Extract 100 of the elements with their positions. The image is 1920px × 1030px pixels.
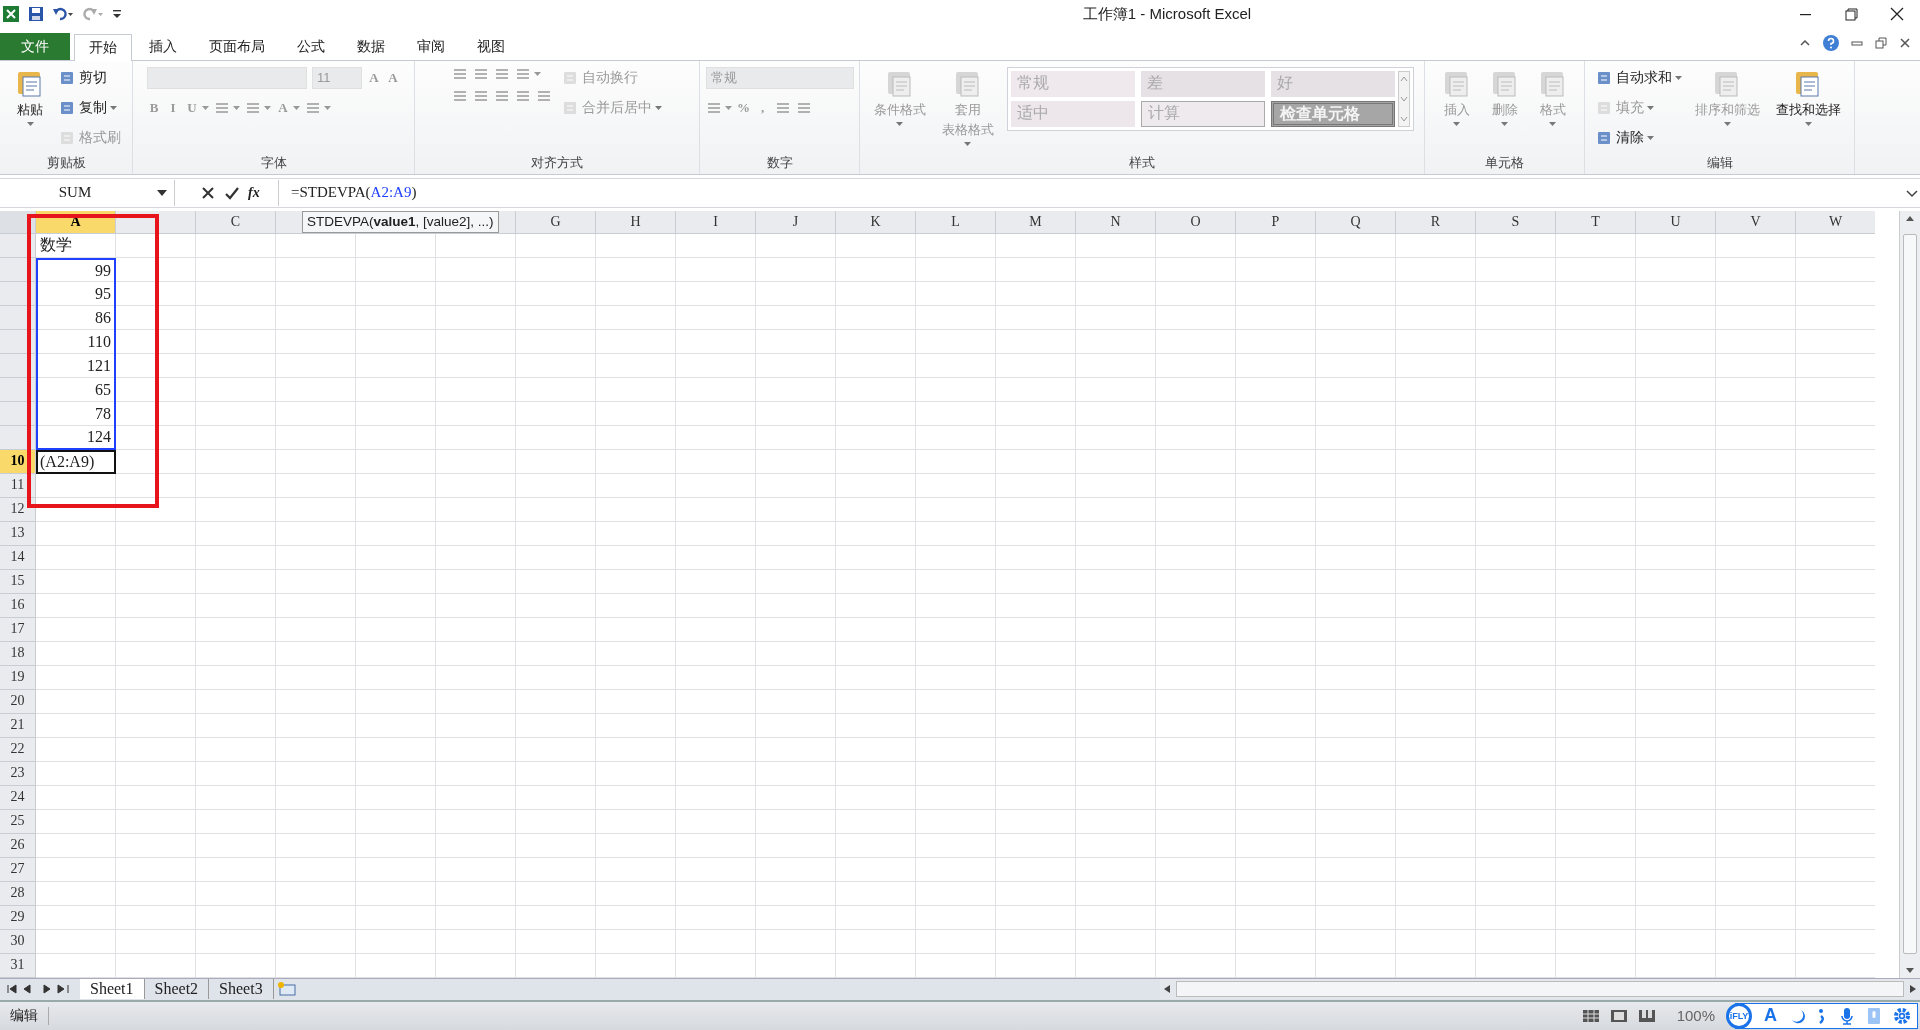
row-header[interactable]: 22 bbox=[0, 737, 36, 762]
ribbon-button[interactable]: 清除 bbox=[1595, 127, 1644, 149]
excel-logo-icon[interactable] bbox=[2, 5, 20, 23]
formula-field[interactable]: =STDEVPA(A2:A9) bbox=[285, 184, 1898, 202]
ribbon-tab[interactable]: 公式 bbox=[282, 33, 340, 60]
row-header[interactable]: 21 bbox=[0, 713, 36, 738]
ribbon-button[interactable]: 自动求和 bbox=[1595, 67, 1672, 89]
group-label: 数字 bbox=[765, 154, 794, 173]
redo-icon[interactable] bbox=[82, 6, 104, 22]
restore-icon[interactable] bbox=[1874, 36, 1888, 50]
ribbon-button[interactable]: 查找和选择 bbox=[1772, 67, 1844, 119]
command-icon bbox=[59, 70, 75, 86]
horizontal-scrollbar[interactable] bbox=[1160, 979, 1920, 1000]
row-header[interactable]: 26 bbox=[0, 833, 36, 858]
row-header[interactable]: 27 bbox=[0, 857, 36, 882]
group-label: 对齐方式 bbox=[530, 154, 584, 173]
page-break-icon[interactable] bbox=[1636, 1007, 1657, 1024]
column-header[interactable]: L bbox=[916, 210, 996, 234]
insert-function-button[interactable]: fx bbox=[248, 184, 260, 201]
row-header[interactable]: 30 bbox=[0, 929, 36, 954]
command-icon bbox=[59, 130, 75, 146]
table-cell: (A2:A9) bbox=[36, 449, 116, 474]
ribbon-tab[interactable]: 数据 bbox=[342, 33, 400, 60]
cancel-icon[interactable] bbox=[200, 184, 216, 201]
row-header[interactable]: 16 bbox=[0, 593, 36, 618]
ribbon-tab[interactable]: 插入 bbox=[134, 33, 192, 60]
column-header[interactable]: J bbox=[756, 210, 836, 234]
customize-caret-icon[interactable] bbox=[112, 8, 122, 20]
group-label: 单元格 bbox=[1484, 154, 1525, 173]
column-header[interactable]: K bbox=[836, 210, 916, 234]
ribbon-button[interactable]: 复制 bbox=[59, 97, 107, 119]
column-header[interactable]: R bbox=[1396, 210, 1476, 234]
help-icon[interactable] bbox=[1822, 34, 1840, 52]
row-header[interactable]: 31 bbox=[0, 953, 36, 978]
column-header[interactable]: H bbox=[596, 210, 676, 234]
row-header[interactable]: 20 bbox=[0, 689, 36, 714]
column-header[interactable]: T bbox=[1556, 210, 1636, 234]
settings-icon[interactable] bbox=[1893, 1006, 1911, 1025]
table-cell-text: 数学 bbox=[39, 235, 73, 256]
table-cell: 110 bbox=[36, 329, 116, 354]
command-icon bbox=[1595, 70, 1612, 86]
column-header[interactable]: W bbox=[1796, 210, 1875, 234]
column-header[interactable]: I bbox=[676, 210, 756, 234]
group-label: 编辑 bbox=[1705, 154, 1734, 173]
command-icon bbox=[1595, 130, 1612, 146]
microphone-icon[interactable] bbox=[1839, 1006, 1855, 1025]
row-header[interactable]: 13 bbox=[0, 521, 36, 546]
caret-icon[interactable] bbox=[156, 188, 168, 197]
table-cell: 65 bbox=[36, 377, 116, 402]
window-title: 工作簿1 - Microsoft Excel bbox=[1081, 4, 1253, 24]
group-label: 样式 bbox=[1128, 154, 1156, 173]
row-header[interactable]: 24 bbox=[0, 785, 36, 810]
table-cell: 95 bbox=[36, 281, 116, 306]
table-cell: 124 bbox=[36, 425, 116, 450]
ime-logo[interactable]: iFLY bbox=[1726, 1002, 1752, 1029]
page-layout-icon[interactable] bbox=[1608, 1007, 1629, 1024]
column-header[interactable]: S bbox=[1476, 210, 1556, 234]
column-header[interactable]: P bbox=[1236, 210, 1316, 234]
group-label: 剪贴板 bbox=[45, 154, 87, 173]
ribbon-tab[interactable]: 审阅 bbox=[402, 33, 460, 60]
vertical-scrollbar[interactable] bbox=[1899, 210, 1920, 978]
row-header[interactable]: 14 bbox=[0, 545, 36, 570]
undo-icon[interactable] bbox=[52, 6, 74, 22]
ribbon-tab[interactable]: 页面布局 bbox=[194, 33, 280, 60]
row-header[interactable]: 25 bbox=[0, 809, 36, 834]
column-header[interactable]: M bbox=[996, 210, 1076, 234]
status-mode: 编辑 bbox=[0, 1006, 49, 1025]
row-header[interactable]: 23 bbox=[0, 761, 36, 786]
row-header[interactable]: 28 bbox=[0, 881, 36, 906]
row-header[interactable]: 17 bbox=[0, 617, 36, 642]
font-key[interactable]: A bbox=[1764, 1005, 1777, 1027]
table-cell: 78 bbox=[36, 401, 116, 426]
table-cell: 121 bbox=[36, 353, 116, 378]
ribbon-tab[interactable]: 文件 bbox=[0, 33, 70, 60]
column-header[interactable]: C bbox=[196, 210, 276, 234]
row-header[interactable]: 18 bbox=[0, 641, 36, 666]
function-tooltip: STDEVPA(value1, [value2], ...) bbox=[302, 210, 499, 233]
column-header[interactable]: V bbox=[1716, 210, 1796, 234]
ribbon-tab[interactable]: 视图 bbox=[462, 33, 520, 60]
punctuation-icon[interactable] bbox=[1817, 1006, 1827, 1025]
sheet-tab[interactable]: Sheet1 bbox=[80, 979, 145, 1000]
name-box[interactable]: SUM bbox=[0, 184, 150, 202]
column-header[interactable]: Q bbox=[1316, 210, 1396, 234]
table-cell: 86 bbox=[36, 305, 116, 330]
row-header[interactable]: 15 bbox=[0, 569, 36, 594]
column-header[interactable]: O bbox=[1156, 210, 1236, 234]
save-icon[interactable] bbox=[28, 6, 44, 22]
command-icon bbox=[562, 70, 578, 86]
column-header[interactable]: U bbox=[1636, 210, 1716, 234]
row-header[interactable]: 29 bbox=[0, 905, 36, 930]
column-header[interactable]: G bbox=[516, 210, 596, 234]
normal-view-icon[interactable] bbox=[1580, 1007, 1601, 1024]
ribbon-tab[interactable]: 开始 bbox=[74, 34, 132, 61]
ribbon-button[interactable]: 剪切 bbox=[59, 67, 107, 89]
close-icon[interactable] bbox=[1898, 36, 1912, 50]
command-icon bbox=[59, 100, 75, 116]
row-header[interactable]: 19 bbox=[0, 665, 36, 690]
ribbon-button[interactable]: 粘贴 bbox=[11, 67, 49, 119]
zoom-level[interactable]: 100% bbox=[1676, 1007, 1715, 1025]
column-header[interactable]: N bbox=[1076, 210, 1156, 234]
